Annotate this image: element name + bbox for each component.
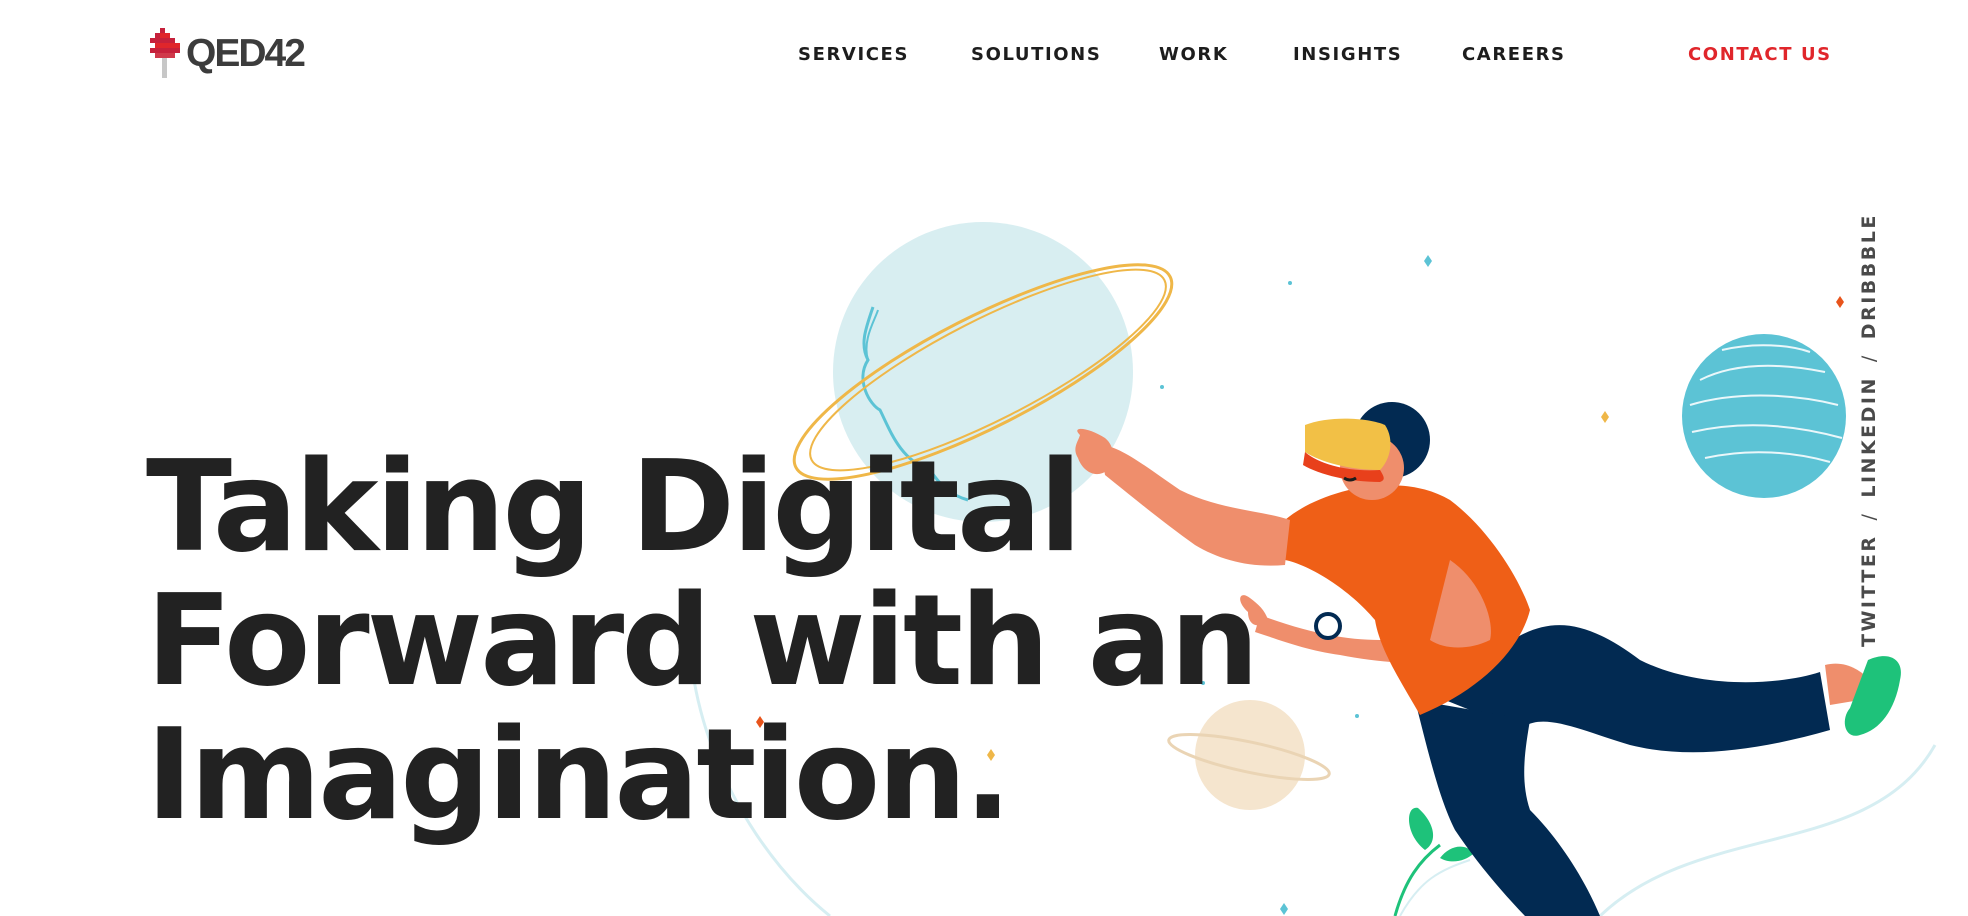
logo-link[interactable]: QED42 <box>150 28 306 80</box>
nav-services[interactable]: SERVICES <box>798 44 909 65</box>
social-dribbble-link[interactable]: DRIBBBLE <box>1858 213 1880 339</box>
hero-line-2: Forward with an <box>146 567 1259 714</box>
nav-careers[interactable]: CAREERS <box>1462 44 1566 65</box>
planet-blue <box>1682 334 1846 498</box>
social-twitter-link[interactable]: TWITTER <box>1858 535 1880 647</box>
social-linkedin-link[interactable]: LINKEDIN <box>1858 376 1880 498</box>
hero-line-1: Taking Digital <box>146 433 1082 580</box>
social-separator: / <box>1858 353 1880 363</box>
hero-line-3: Imagination. <box>146 701 1012 848</box>
nav-contact-us[interactable]: CONTACT US <box>1688 44 1832 65</box>
social-links: TWITTER / LINKEDIN / DRIBBBLE <box>1858 213 1880 647</box>
nav-solutions[interactable]: SOLUTIONS <box>971 44 1101 65</box>
hero-heading: Taking Digital Forward with an Imaginati… <box>146 433 1259 848</box>
brand-name: QED42 <box>186 32 306 75</box>
site-header: QED42 SERVICES SOLUTIONS WORK INSIGHTS C… <box>0 0 1968 110</box>
nav-insights[interactable]: INSIGHTS <box>1293 44 1402 65</box>
swoosh-right <box>1598 744 1937 916</box>
qed42-logo-icon <box>150 28 180 78</box>
nav-work[interactable]: WORK <box>1159 44 1228 65</box>
social-separator: / <box>1858 511 1880 521</box>
